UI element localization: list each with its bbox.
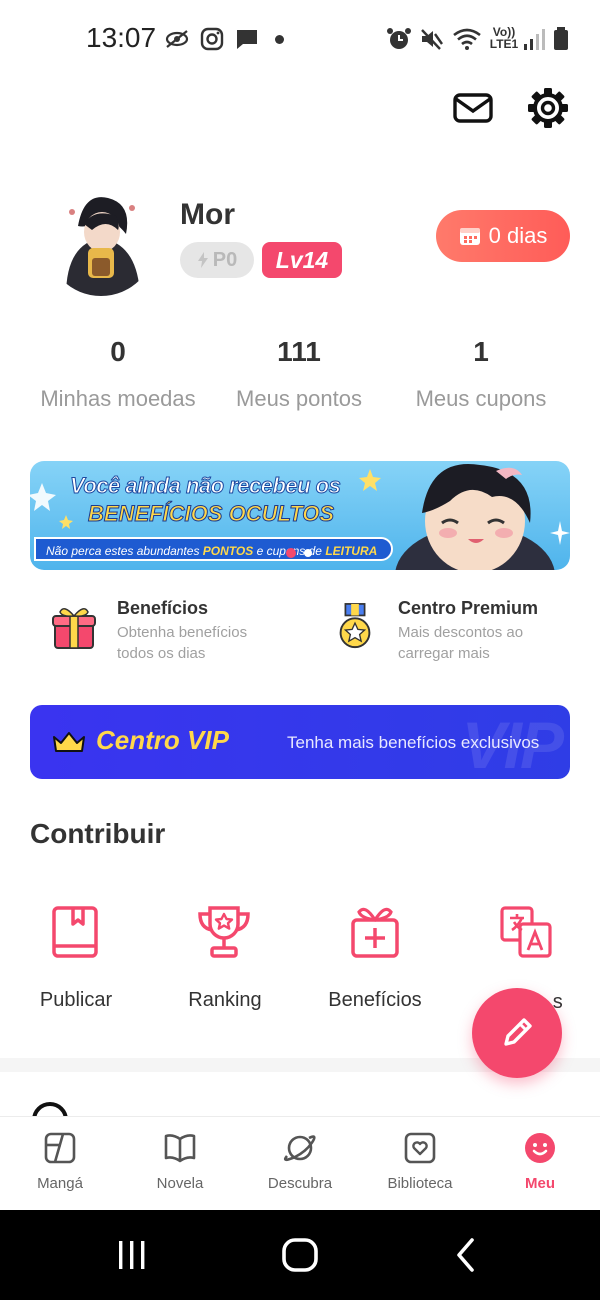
back-icon[interactable] [446,1235,486,1275]
lightning-icon [197,252,208,268]
library-icon [404,1132,436,1164]
book-open-icon [164,1134,196,1163]
stat-coins[interactable]: 0 Minhas moedas [18,336,218,412]
recent-apps-icon[interactable] [112,1235,152,1275]
nav-label-me: Meu [525,1175,555,1192]
banner-subtext-reading: LEITURA [325,544,378,558]
message-icon [237,30,257,49]
nav-item-me[interactable]: Meu [480,1117,600,1211]
carousel-dot-active[interactable] [286,548,296,558]
instagram-icon [200,27,224,51]
stat-coins-value: 0 [110,336,126,367]
stat-points-value: 111 [277,336,321,367]
mail-icon[interactable] [451,86,495,130]
trophy-icon [198,906,250,958]
stat-coupons-value: 1 [473,336,489,367]
vip-subtitle: Tenha mais benefícios exclusivos [287,733,540,752]
system-navigation-bar [0,1210,600,1300]
network-type: Vo)) LTE1 [489,26,519,50]
nav-item-library[interactable]: Biblioteca [360,1117,480,1211]
nav-item-manga[interactable]: Mangá [0,1117,120,1211]
banner-subtext-points: PONTOS [202,544,254,558]
status-bar: 13:07 Vo)) LTE1 [0,0,600,80]
profile-face-icon [525,1133,555,1163]
points-badge: P0 [180,242,254,278]
wifi-icon [453,28,481,50]
nav-item-discover[interactable]: Descubra [240,1117,360,1211]
feature-premium-title: Centro Premium [398,598,539,618]
nav-label-library: Biblioteca [387,1175,453,1192]
promo-banner[interactable]: Você ainda não recebeu os BENEFÍCIOS OCU… [30,461,570,570]
eye-off-icon [165,30,189,48]
settings-gear-icon[interactable] [526,86,570,130]
pencil-icon [504,1018,532,1046]
vip-center-card[interactable]: VIP Centro VIP Tenha mais benefícios exc… [30,705,570,779]
contribute-ranking-label: Ranking [188,989,262,1011]
translate-icon [500,906,552,958]
feature-benefits-title: Benefícios [117,598,209,618]
planet-icon [283,1135,316,1162]
banner-highlight: BENEFÍCIOS OCULTOS [87,501,335,527]
calendar-icon [459,228,480,245]
stat-points[interactable]: 111 Meus pontos [199,336,399,412]
contribute-benefits-label: Benefícios [328,989,422,1011]
avatar[interactable] [46,186,156,296]
contribute-publish-label: Publicar [39,989,113,1011]
home-icon[interactable] [280,1235,320,1275]
carousel-dot[interactable] [304,549,312,557]
vip-title: Centro VIP [96,725,229,755]
level-badge: Lv14 [262,242,342,278]
medal-icon [339,603,371,649]
stat-points-label: Meus pontos [236,386,362,411]
banner-subtext-part1: Não perca estes abundantes [46,544,203,558]
crown-icon [53,732,85,752]
banner-subtext: Não perca estes abundantes PONTOS e cupo… [34,537,394,561]
check-in-streak-button[interactable]: 0 dias [436,210,570,262]
status-time: 13:07 [86,22,157,53]
username: Mor [180,198,235,231]
manga-icon [44,1132,76,1164]
alarm-icon [387,28,411,49]
lte-label: LTE1 [489,37,519,51]
signal-icon [524,29,545,50]
gift-icon [52,608,96,649]
battery-icon [554,27,568,50]
feature-benefits-desc: Obtenha benefícios todos os dias [117,624,248,662]
stat-coupons-label: Meus cupons [415,386,547,411]
nav-item-novel[interactable]: Novela [120,1117,240,1211]
nav-label-manga: Mangá [37,1175,83,1192]
nav-label-discover: Descubra [267,1175,333,1192]
notification-dot [275,35,284,44]
avatar-illustration [46,186,156,296]
mute-icon [421,29,443,50]
banner-headline: Você ainda não recebeu os [69,473,341,499]
book-icon [52,906,98,958]
stat-coins-label: Minhas moedas [40,386,196,411]
gift-plus-icon [351,907,399,958]
write-fab-button[interactable] [472,988,562,1078]
bottom-navigation: Mangá Novela Descubra Biblioteca Meu [0,1116,600,1210]
feature-premium-desc: Mais descontos ao carregar mais [398,624,524,662]
points-badge-label: P0 [212,248,238,271]
streak-label: 0 dias [488,223,548,248]
nav-label-novel: Novela [156,1175,204,1192]
contribute-section-title: Contribuir [30,818,166,849]
stat-coupons[interactable]: 1 Meus cupons [381,336,581,412]
